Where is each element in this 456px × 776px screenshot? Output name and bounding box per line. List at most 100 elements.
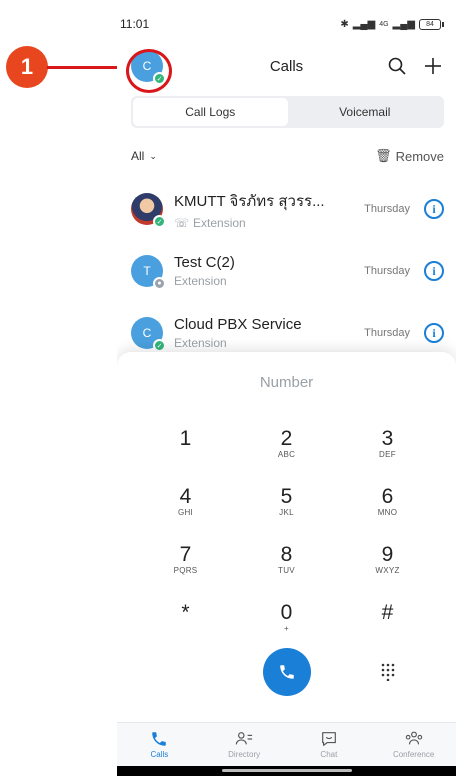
dial-key-1[interactable]: 1 <box>135 414 236 472</box>
bottom-nav: Calls Directory Chat Conference <box>117 722 456 766</box>
key-letters: WXYZ <box>375 565 400 575</box>
dial-key-star[interactable]: * <box>135 588 236 646</box>
online-status-icon: ✓ <box>153 215 166 228</box>
dial-key-7[interactable]: 7 PQRS <box>135 530 236 588</box>
signal-icon: ▂▄▆ <box>352 18 376 30</box>
key-digit: * <box>181 600 190 624</box>
dial-key-9[interactable]: 9 WXYZ <box>337 530 438 588</box>
key-digit: 4 <box>179 484 192 508</box>
directory-icon <box>235 732 253 745</box>
dial-key-8[interactable]: 8 TUV <box>236 530 337 588</box>
status-bar: 11:01 ✱ ▂▄▆ 4G ▂▄▆ 84 <box>117 0 456 42</box>
filter-label: All <box>131 149 145 163</box>
nav-label: Directory <box>228 750 261 759</box>
call-log-list: ✓ KMUTT จิรภัทร สุวรร... ☏ Extension Thur… <box>117 178 456 364</box>
info-icon[interactable]: i <box>424 323 444 343</box>
nav-conference[interactable]: Conference <box>371 723 456 766</box>
tab-voicemail[interactable]: Voicemail <box>288 98 443 126</box>
trash-icon: 🗑 <box>375 148 392 163</box>
nav-label: Conference <box>392 750 435 759</box>
nav-chat[interactable]: Chat <box>287 723 372 766</box>
home-indicator[interactable] <box>222 769 352 772</box>
key-digit: 0 <box>280 600 293 624</box>
online-status-icon: ✓ <box>153 339 166 352</box>
key-letters: ABC <box>277 449 296 459</box>
key-digit: 5 <box>280 484 293 508</box>
network-label: 4G <box>379 20 389 28</box>
add-icon[interactable] <box>422 55 444 77</box>
list-item[interactable]: ✓ KMUTT จิรภัทร สุวรร... ☏ Extension Thur… <box>117 178 456 240</box>
key-digit: 6 <box>381 484 394 508</box>
phone-icon <box>152 732 167 746</box>
info-icon[interactable]: i <box>424 199 444 219</box>
bluetooth-icon: ✱ <box>340 18 349 30</box>
annotation-marker: 1 <box>6 46 48 88</box>
contact-name: Cloud PBX Service <box>174 316 302 333</box>
call-date: Thursday <box>364 265 410 277</box>
contact-type: Extension <box>174 274 227 288</box>
remove-label: Remove <box>395 148 444 164</box>
key-digit: 8 <box>280 542 293 566</box>
dialpad-sheet: Number 1 2 ABC 3 DEF 4 GHI 5 JKL 6 MNO 7 PQRS … <box>117 352 456 722</box>
battery-cap <box>442 21 444 27</box>
key-letters: PQRS <box>173 565 198 575</box>
key-letters: MNO <box>377 507 398 517</box>
avatar: ✓ <box>131 193 166 228</box>
remove-button[interactable]: 🗑 Remove <box>375 148 444 164</box>
nav-label: Chat <box>320 750 338 759</box>
nav-calls[interactable]: Calls <box>117 723 202 766</box>
key-letters: + <box>284 623 289 633</box>
dial-actions <box>117 648 456 696</box>
search-icon[interactable] <box>386 55 408 77</box>
key-digit: 1 <box>179 426 192 450</box>
key-letters: TUV <box>278 565 295 575</box>
keypad-toggle-icon[interactable] <box>337 648 438 696</box>
key-digit: # <box>381 600 394 624</box>
calls-tabs: Call Logs Voicemail <box>131 96 444 128</box>
key-letters: DEF <box>379 449 396 459</box>
offline-status-icon: ● <box>153 277 166 290</box>
tab-call-logs[interactable]: Call Logs <box>133 98 288 126</box>
number-input[interactable]: Number <box>117 352 456 414</box>
dial-key-5[interactable]: 5 JKL <box>236 472 337 530</box>
info-icon[interactable]: i <box>424 261 444 281</box>
dial-key-6[interactable]: 6 MNO <box>337 472 438 530</box>
dial-key-2[interactable]: 2 ABC <box>236 414 337 472</box>
key-digit: 7 <box>179 542 192 566</box>
key-digit: 3 <box>381 426 394 450</box>
signal-icon-2: ▂▄▆ <box>392 18 415 30</box>
avatar: T ● <box>131 255 166 290</box>
dialpad-keys: 1 2 ABC 3 DEF 4 GHI 5 JKL 6 MNO 7 PQRS 8 TUV 9W… <box>117 414 456 646</box>
contact-name: Test C(2) <box>174 254 235 271</box>
call-date: Thursday <box>364 203 410 215</box>
key-digit: 2 <box>280 426 293 450</box>
dial-key-3[interactable]: 3 DEF <box>337 414 438 472</box>
key-letters: GHI <box>177 507 194 517</box>
key-digit: 9 <box>381 542 394 566</box>
phone-missed-icon: ☏ <box>174 215 190 230</box>
phone-icon <box>279 665 294 679</box>
phone-screen: 11:01 ✱ ▂▄▆ 4G ▂▄▆ 84 C ✓ Calls Call Log… <box>117 0 456 776</box>
contact-type: Extension <box>174 336 227 350</box>
filter-row: All ⌄ 🗑 Remove <box>117 134 456 178</box>
call-date: Thursday <box>364 327 410 339</box>
nav-label: Calls <box>150 750 169 759</box>
annotation-ring <box>126 49 172 93</box>
key-letters: JKL <box>279 507 294 517</box>
battery-level: 84 <box>426 20 434 28</box>
call-button[interactable] <box>262 648 311 696</box>
nav-directory[interactable]: Directory <box>202 723 287 766</box>
chat-icon <box>321 732 336 746</box>
avatar: C ✓ <box>131 317 166 352</box>
list-item[interactable]: T ● Test C(2) Extension Thursday i <box>117 240 456 302</box>
contact-name: KMUTT จิรภัทร สุวรร... <box>174 192 325 210</box>
conference-icon <box>405 731 422 745</box>
dial-key-hash[interactable]: # <box>337 588 438 646</box>
avatar-initial: C <box>142 326 152 340</box>
battery-icon: 84 <box>419 18 441 30</box>
dial-key-0[interactable]: 0 + <box>236 588 337 646</box>
dial-key-4[interactable]: 4 GHI <box>135 472 236 530</box>
filter-dropdown[interactable]: All ⌄ <box>131 149 157 163</box>
chevron-down-icon: ⌄ <box>149 150 157 161</box>
avatar-initial: T <box>143 264 151 278</box>
